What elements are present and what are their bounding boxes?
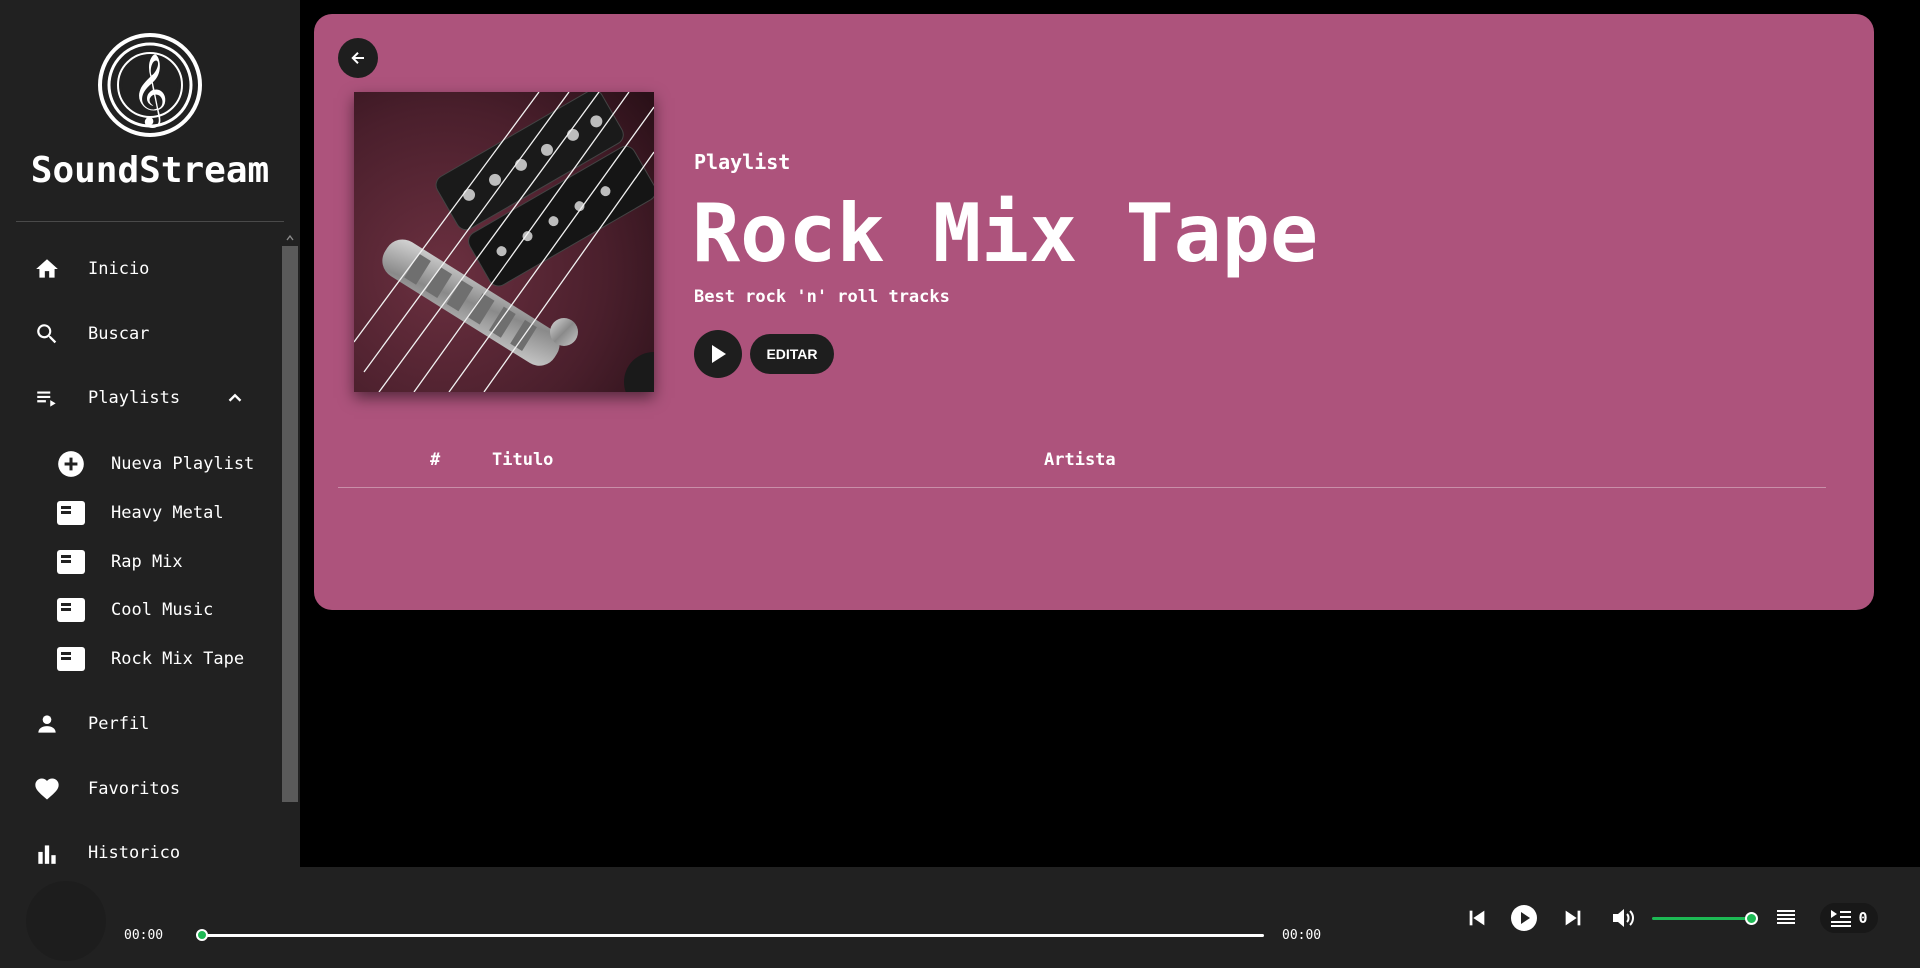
volume-up-icon — [1613, 909, 1634, 927]
list-lines-icon — [1777, 910, 1795, 924]
logo-area: 𝄞 SoundStream — [16, 0, 284, 222]
column-header-artist: Artista — [1044, 450, 1116, 470]
nav-item-inicio[interactable]: Inicio — [0, 244, 280, 294]
queue-button[interactable]: 0 — [1820, 903, 1878, 933]
nav-item-label: Perfil — [88, 714, 150, 734]
playlist-item-rap-mix[interactable]: Rap Mix — [0, 540, 280, 584]
playlist-item-cool-music[interactable]: Cool Music — [0, 588, 280, 632]
back-button[interactable] — [338, 38, 378, 78]
playlist-item-label: Rock Mix Tape — [111, 649, 245, 669]
svg-text:𝄞: 𝄞 — [132, 52, 169, 128]
volume-slider[interactable] — [1652, 912, 1758, 925]
play-button[interactable] — [1509, 903, 1539, 933]
nav-item-label: Playlists — [88, 388, 181, 408]
playlist-type-label: Playlist — [694, 150, 791, 174]
playlist-cover-image — [354, 92, 654, 392]
search-icon — [33, 320, 61, 348]
edit-playlist-button[interactable]: EDITAR — [750, 334, 834, 374]
nav-item-perfil[interactable]: Perfil — [0, 699, 280, 749]
skip-next-icon — [1565, 910, 1581, 926]
nav-item-playlists[interactable]: Playlists — [0, 373, 280, 423]
heart-icon — [33, 775, 61, 803]
lyrics-button[interactable] — [1771, 903, 1801, 933]
queue-count: 0 — [1858, 909, 1868, 927]
total-time: 00:00 — [1282, 928, 1322, 943]
player-bar: 00:00 00:00 0 — [0, 867, 1920, 968]
scrollbar-thumb[interactable] — [282, 246, 298, 802]
nav-item-label: Inicio — [88, 259, 150, 279]
volume-knob[interactable] — [1745, 912, 1758, 925]
column-header-number: # — [430, 450, 441, 470]
chevron-up-icon[interactable] — [224, 387, 246, 409]
previous-button[interactable] — [1462, 903, 1492, 933]
nav-item-label: Buscar — [88, 324, 150, 344]
nav-item-historico[interactable]: Historico — [0, 828, 280, 867]
nav-list: Inicio Buscar Playlists Nueva Playlist H… — [0, 232, 300, 867]
treble-clef-logo-icon: 𝄞 — [98, 33, 202, 137]
sidebar-scrollbar[interactable] — [281, 232, 300, 867]
playlist-item-label: Heavy Metal — [111, 503, 224, 523]
person-icon — [33, 710, 61, 738]
playlist-item-rock-mix-tape[interactable]: Rock Mix Tape — [0, 637, 280, 681]
sidebar: 𝄞 SoundStream Inicio Buscar Playlists Nu… — [0, 0, 300, 867]
queue-icon — [1831, 910, 1852, 927]
nav-item-favoritos[interactable]: Favoritos — [0, 764, 280, 814]
playlist-title: Rock Mix Tape — [692, 187, 1319, 280]
playlist-item-label: Cool Music — [111, 600, 214, 620]
app-name: SoundStream — [30, 150, 270, 191]
playlist-panel: Playlist Rock Mix Tape Best rock 'n' rol… — [314, 14, 1874, 610]
play-icon — [712, 345, 726, 363]
playlist-item-heavy-metal[interactable]: Heavy Metal — [0, 491, 280, 535]
nav-item-buscar[interactable]: Buscar — [0, 309, 280, 359]
playlist-item-label: Nueva Playlist — [111, 454, 255, 474]
table-header-divider — [338, 487, 1826, 488]
home-icon — [33, 255, 61, 283]
bar-chart-icon — [33, 839, 61, 867]
volume-button[interactable] — [1609, 903, 1639, 933]
add-circle-icon — [56, 449, 86, 479]
scroll-up-arrow-icon[interactable] — [286, 234, 294, 242]
playlist-card-icon — [56, 595, 86, 625]
playlist-card-icon — [56, 644, 86, 674]
arrow-left-icon — [351, 52, 364, 64]
progress-slider[interactable] — [196, 929, 1264, 941]
playlist-description: Best rock 'n' roll tracks — [694, 287, 950, 307]
current-time: 00:00 — [124, 928, 164, 943]
column-header-title: Titulo — [492, 450, 554, 470]
next-button[interactable] — [1558, 903, 1588, 933]
progress-knob[interactable] — [196, 929, 208, 941]
play-playlist-button[interactable] — [694, 330, 742, 378]
skip-previous-icon — [1469, 910, 1485, 926]
playlist-card-icon — [56, 498, 86, 528]
playlist-item-nueva[interactable]: Nueva Playlist — [0, 442, 280, 486]
play-circle-icon — [1511, 905, 1537, 931]
playlist-item-label: Rap Mix — [111, 552, 183, 572]
nav-item-label: Favoritos — [88, 779, 181, 799]
nav-item-label: Historico — [88, 843, 181, 863]
playlist-icon — [33, 384, 61, 412]
now-playing-artwork — [26, 881, 106, 961]
playlist-card-icon — [56, 547, 86, 577]
guitar-image-icon — [354, 92, 654, 392]
